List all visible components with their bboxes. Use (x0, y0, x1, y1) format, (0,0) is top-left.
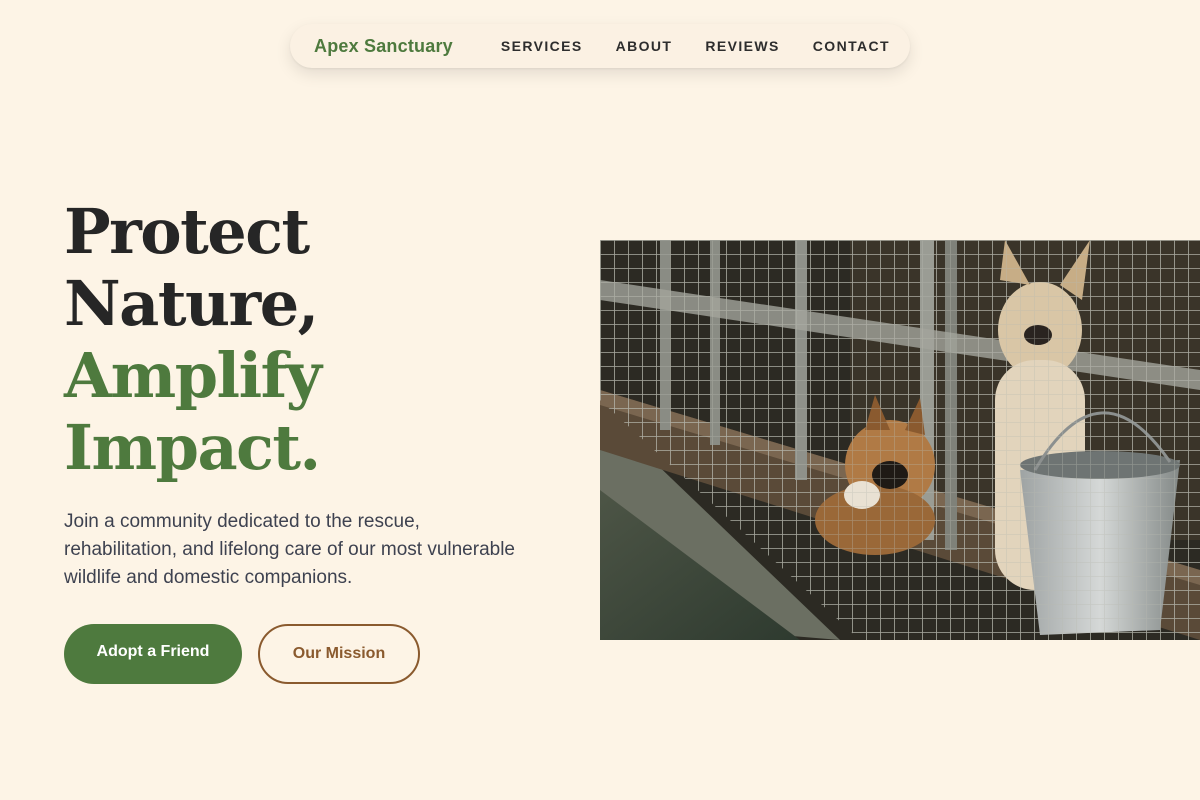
hero-title: Protect Nature, Amplify Impact. (64, 195, 322, 484)
hero-title-line-1: Protect (64, 195, 310, 268)
nav-link-about[interactable]: ABOUT (616, 38, 673, 54)
page: Apex Sanctuary SERVICES ABOUT REVIEWS CO… (0, 0, 1200, 800)
nav-links: SERVICES ABOUT REVIEWS CONTACT (501, 38, 890, 54)
nav-link-contact[interactable]: CONTACT (813, 38, 890, 54)
hero-title-line-4: Impact. (64, 411, 321, 484)
hero-title-line-3: Amplify (64, 339, 322, 412)
top-navigation: Apex Sanctuary SERVICES ABOUT REVIEWS CO… (290, 24, 910, 68)
adopt-a-friend-button[interactable]: Adopt a Friend (64, 624, 242, 684)
our-mission-button[interactable]: Our Mission (258, 624, 420, 684)
brand-logo-link[interactable]: Apex Sanctuary (314, 36, 453, 57)
nav-link-services[interactable]: SERVICES (501, 38, 583, 54)
nav-link-reviews[interactable]: REVIEWS (705, 38, 779, 54)
hero-image-kennel-dogs (600, 240, 1200, 640)
hero-title-line-2: Nature, (64, 267, 319, 340)
hero-description: Join a community dedicated to the rescue… (64, 511, 515, 588)
